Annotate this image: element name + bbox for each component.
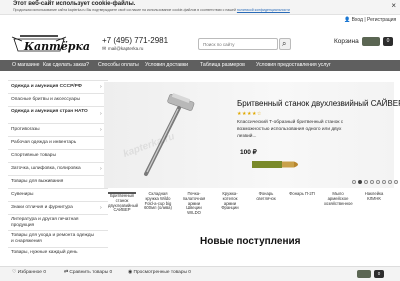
nav-terms[interactable]: Условия предоставления услуг [256,62,331,68]
compare-link[interactable]: ⇄ Сравнить товары 0 [64,270,112,275]
divider [8,201,108,202]
slider-dot[interactable] [382,180,386,184]
divider [8,80,108,81]
phone-number[interactable]: +7 (495) 771-2981 [102,36,168,45]
sidebar-item-ussr[interactable]: Одежда и амуниция СССР/РФ [11,84,82,90]
sidebar-item-everyday[interactable]: Товары, нужные каждый день [11,250,78,256]
slider-dot[interactable] [376,180,380,184]
banner-title[interactable]: Бритвенный станок двухлезвийный САЙВЕР [237,99,400,108]
compare-count: 0 [109,270,113,275]
sidebar-item-nato[interactable]: Одежда и амуниция стран НАТО [11,109,95,115]
viewed-link[interactable]: ◉ Просмотренные товары 0 [128,270,191,275]
product-thumb-tabs: Бритвенный станок двухлезвийный САЙВЕР С… [104,191,394,232]
thumb-sticker[interactable]: Наклейка КЛИНК [360,191,388,232]
chevron-right-icon: › [100,166,102,172]
cookie-title: Этот веб-сайт использует cookie-файлы. [13,1,136,7]
thumb-soap[interactable]: Мыло армейское хозяйственное [324,191,353,232]
favorites-count: 0 [43,270,46,275]
privacy-policy-link[interactable]: политикой конфиденциальности [237,8,290,12]
thumb-stove[interactable]: Печка-палаточная армии Швеции WILDO [180,191,208,232]
hero-slider[interactable]: kapterka.ru Бритвенный станок двухлезвий… [104,82,400,188]
thumb-lamp[interactable]: Фонарь П-2П [288,191,316,232]
slider-dot[interactable] [352,180,356,184]
divider [8,136,108,137]
thumb-pot[interactable]: Кружка-котелок армии Франции [216,191,244,232]
logo-text: Каптёрка [24,40,91,53]
banner-price: 100 ₽ [240,149,257,156]
cookie-text: Продолжая использование сайта kapterka.r… [13,8,290,12]
slider-dot[interactable] [394,180,398,184]
login-link[interactable]: Вход [352,17,363,23]
nav-about[interactable]: О магазине [12,62,40,68]
viewed-count: 0 [188,270,191,275]
slider-dot[interactable] [388,180,392,184]
cart-count-badge: 0 [374,270,384,278]
banner-description: Классический Т-образный бритвенный стано… [237,120,344,139]
sidebar-item-gasmasks[interactable]: Противогазы [11,127,40,133]
sidebar-item-souvenirs[interactable]: Сувениры [11,192,33,198]
chevron-right-icon: › [100,127,102,133]
thumb-flashlight[interactable]: Фонарь светлячок [252,191,280,232]
cart-label[interactable]: Корзина [334,38,359,45]
nav-delivery[interactable]: Условия доставки [145,62,188,68]
sidebar-item-sport[interactable]: Спортивные товары [11,153,56,159]
chevron-right-icon: › [100,111,102,117]
mail-icon: ✉ [102,46,107,52]
email-link[interactable]: mail@kapterka.ru [108,46,143,51]
slider-dot[interactable] [370,180,374,184]
cart-icon[interactable] [357,270,371,278]
logo[interactable]: Каптёрка [10,33,90,53]
thumb-razor[interactable]: Бритвенный станок двухлезвийный САЙВЕР [108,192,138,232]
search-icon: ⌕ [282,39,287,48]
divider [8,175,108,176]
chevron-right-icon: › [100,84,102,90]
favorites-link[interactable]: ♡ Избранное 0 [12,270,46,275]
sidebar-item-survival[interactable]: Товары для выживания [11,179,63,185]
sidebar-item-sharpening[interactable]: Заточка, шлифовка, полировка [11,166,81,172]
bullet-icon [252,161,298,168]
cart-icon[interactable] [362,37,380,46]
heart-icon: ♡ [12,270,17,275]
divider [8,93,108,94]
nav-size-table[interactable]: Таблица размеров [200,62,245,68]
divider [8,123,108,124]
divider [8,162,108,163]
nav-payment[interactable]: Способы оплаты [98,62,139,68]
divider [8,188,108,189]
sidebar-item-razors[interactable]: Опасные бритвы и аксессуары [11,97,80,103]
divider [8,149,108,150]
sidebar-item-literature[interactable]: Литература и другая печатная продукция [11,217,95,228]
search-button[interactable]: ⌕ [279,38,291,50]
thumb-mug[interactable]: Складная кружка Wildo Fold-a-cup big 600… [144,191,172,232]
slider-dot[interactable] [364,180,368,184]
chevron-right-icon: › [100,205,102,211]
bottom-bar: ♡ Избранное 0 ⇄ Сравнить товары 0 ◉ Прос… [0,266,400,281]
close-icon[interactable]: × [391,2,396,10]
sidebar-item-insignia[interactable]: Знаки отличия и фурнитура [11,205,73,211]
sidebar-item-workwear[interactable]: Рабочая одежда и инвентарь [11,140,76,146]
sidebar-item-care[interactable]: Товары для ухода и ремонта одежды и снар… [11,233,97,244]
cookie-banner: Этот веб-сайт использует cookie-файлы. П… [0,0,400,15]
main-nav: О магазине Как сделать заказ? Способы оп… [0,60,400,71]
search-input[interactable] [198,38,278,50]
divider [8,247,108,248]
eye-icon: ◉ [128,270,133,275]
compare-icon: ⇄ [64,270,69,275]
divider [8,106,108,107]
divider [8,214,108,215]
nav-how-to-order[interactable]: Как сделать заказ? [43,62,89,68]
cart-count-badge: 0 [383,37,393,46]
divider [8,230,108,231]
slider-dot[interactable] [358,180,362,184]
user-icon: 👤 [344,17,351,23]
register-link[interactable]: Регистрация [367,17,396,23]
section-title: Новые поступления [200,236,301,247]
auth-links: 👤 Вход | Регистрация [344,17,397,23]
rating-stars-icon: ★★★★☆ [237,111,262,117]
